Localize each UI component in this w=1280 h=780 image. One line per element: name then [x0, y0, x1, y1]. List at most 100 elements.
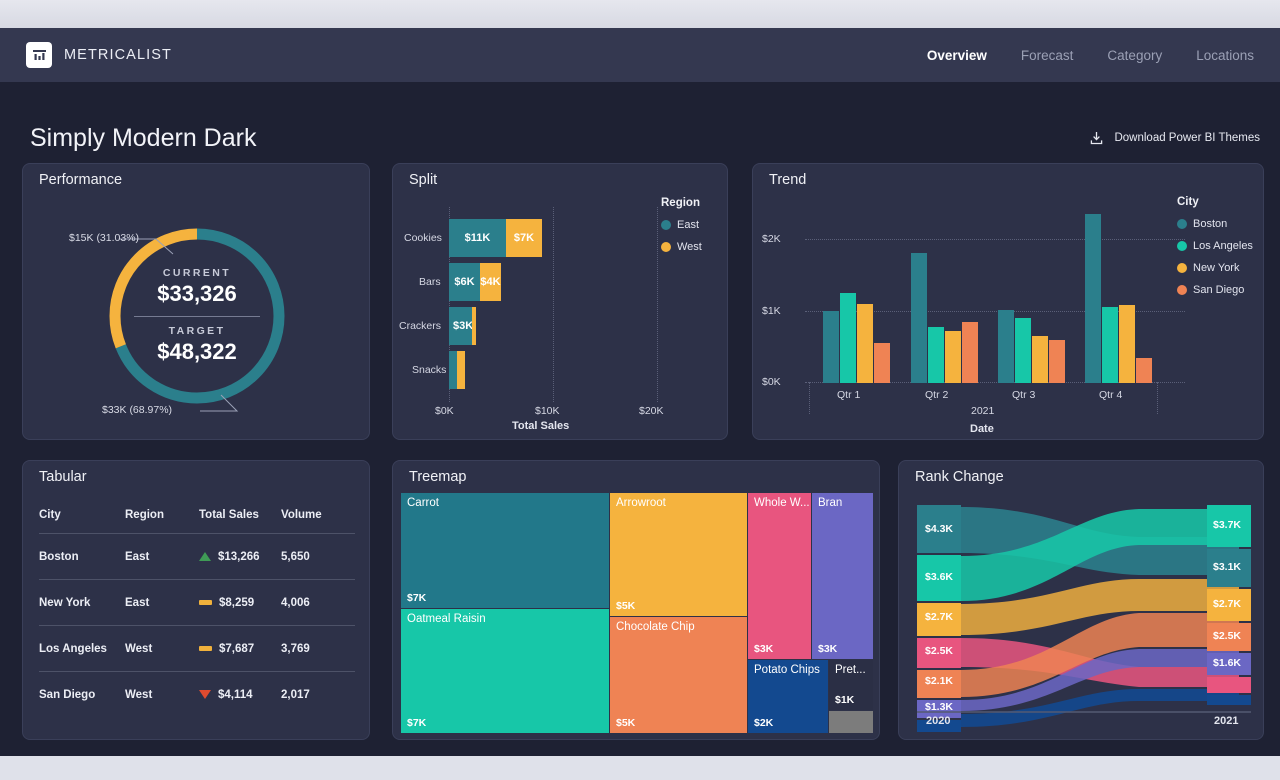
trend-cluster-qtr2 [911, 210, 983, 383]
legend-dot-los-angeles [1177, 241, 1187, 251]
trend-bar-qtr3-los-angeles[interactable] [1015, 318, 1031, 383]
nav-link-overview[interactable]: Overview [927, 48, 987, 63]
rank-left-value-1: $4.3K [925, 523, 954, 535]
trend-bar-qtr1-san-diego[interactable] [874, 343, 890, 383]
treemap-value: $3K [818, 643, 838, 655]
legend-dot-east [661, 220, 671, 230]
table-row[interactable]: Boston East $13,266 5,650 [39, 534, 355, 579]
trend-bar-qtr4-los-angeles[interactable] [1102, 307, 1118, 383]
trend-legend-item-san-diego[interactable]: San Diego [1177, 284, 1253, 296]
treemap-tile-potato-chips[interactable]: Potato Chips $2K [748, 660, 828, 733]
trend-bar-qtr2-san-diego[interactable] [962, 322, 978, 383]
cell-region: West [125, 642, 153, 655]
rank-node-right-7 [1207, 695, 1251, 705]
treemap-tile-bran[interactable]: Bran $3K [812, 493, 873, 659]
trend-legend-item-new-york[interactable]: New York [1177, 262, 1253, 274]
tick-sep-2 [1157, 382, 1158, 414]
rank-left-value-4: $2.5K [925, 645, 954, 657]
trend-legend-item-los-angeles[interactable]: Los Angeles [1177, 240, 1253, 252]
split-bar-snacks-east[interactable] [449, 351, 457, 389]
card-trend: Trend $2K $1K $0K Qtr 1 Qtr 2 Qtr 3 Qtr … [752, 163, 1264, 440]
nav-link-locations[interactable]: Locations [1196, 48, 1254, 63]
split-bar-bars-west[interactable]: $4K [480, 263, 501, 301]
split-bar-snacks-west[interactable] [457, 351, 465, 389]
trend-bar-qtr3-san-diego[interactable] [1049, 340, 1065, 383]
split-bar-cookies-east[interactable]: $11K [449, 219, 506, 257]
card-title-tabular: Tabular [39, 469, 87, 485]
card-tabular: Tabular City Region Total Sales Volume B… [22, 460, 370, 740]
card-split: Split Cookies $11K $7K Bars $6K $4K Crac… [392, 163, 728, 440]
treemap-tile-chocolate-chip[interactable]: Chocolate Chip $5K [610, 617, 747, 733]
cell-city: New York [39, 596, 91, 609]
cell-volume: 5,650 [281, 550, 310, 563]
cell-total-sales: $4,114 [218, 688, 253, 701]
trend-xtick-qtr2: Qtr 2 [925, 389, 949, 401]
trend-bar-qtr1-los-angeles[interactable] [840, 293, 856, 383]
column-header-volume[interactable]: Volume [281, 509, 351, 521]
nav-link-forecast[interactable]: Forecast [1021, 48, 1074, 63]
trend-bar-qtr4-new-york[interactable] [1119, 305, 1135, 383]
treemap-value: $3K [754, 643, 774, 655]
browser-chrome-bottom [0, 756, 1280, 780]
trend-legend-title: City [1177, 196, 1199, 208]
trend-bar-qtr4-san-diego[interactable] [1136, 358, 1152, 383]
split-bar-crackers-east[interactable]: $3K [449, 307, 472, 345]
cell-region: West [125, 688, 153, 701]
trend-bar-qtr2-los-angeles[interactable] [928, 327, 944, 383]
trend-ytick-0k: $0K [762, 376, 781, 388]
table-row[interactable]: San Diego West $4,114 2,017 [39, 672, 355, 717]
trend-legend-item-boston[interactable]: Boston [1177, 218, 1253, 230]
nav-link-category[interactable]: Category [1107, 48, 1162, 63]
rank-left-value-6: $1.3K [925, 701, 954, 713]
column-header-city[interactable]: City [39, 509, 125, 521]
treemap-label: Bran [818, 497, 843, 509]
download-themes-link[interactable]: Download Power BI Themes [1088, 130, 1260, 147]
trend-bar-qtr3-new-york[interactable] [1032, 336, 1048, 383]
treemap-tile-pretzel[interactable]: Pret... $1K [829, 660, 873, 710]
trend-up-icon [199, 552, 211, 561]
treemap-value: $5K [616, 717, 636, 729]
split-cat-snacks: Snacks [412, 364, 447, 376]
trend-bar-qtr3-boston[interactable] [998, 310, 1014, 383]
nav-links: Overview Forecast Category Locations [927, 48, 1254, 63]
rank-change-chart: $4.3K $3.6K $2.7K $2.5K $2.1K $1.3K $3.7… [899, 461, 1265, 741]
card-title-treemap: Treemap [409, 469, 467, 485]
bar-chart-icon [26, 42, 52, 68]
trend-bar-qtr4-boston[interactable] [1085, 214, 1101, 383]
split-legend-item-east[interactable]: East [661, 219, 702, 231]
treemap-tile-carrot[interactable]: Carrot $7K [401, 493, 609, 608]
trend-bar-qtr1-boston[interactable] [823, 311, 839, 383]
treemap-tile-whole-wheat[interactable]: Whole W... $3K [748, 493, 811, 659]
top-navbar: METRICALIST Overview Forecast Category L… [0, 28, 1280, 82]
column-header-total-sales[interactable]: Total Sales [199, 509, 281, 521]
trend-bar-qtr2-new-york[interactable] [945, 331, 961, 383]
card-performance: Performance $15K (31.03%) $33K (68.97%) … [22, 163, 370, 440]
target-label: TARGET [168, 325, 226, 337]
treemap-tile-other[interactable] [829, 711, 873, 733]
split-legend-item-west[interactable]: West [661, 241, 702, 253]
split-bar-cookies-west[interactable]: $7K [506, 219, 542, 257]
trend-bar-qtr1-new-york[interactable] [857, 304, 873, 383]
donut-label-current: $33K (68.97%) [102, 404, 173, 416]
browser-chrome-top [0, 0, 1280, 28]
table-row[interactable]: New York East $8,259 4,006 [39, 580, 355, 625]
cell-total-sales: $8,259 [219, 596, 255, 609]
trend-flat-icon [199, 646, 212, 651]
split-bar-bars-east[interactable]: $6K [449, 263, 480, 301]
target-value: $48,322 [157, 339, 237, 364]
split-chart: Cookies $11K $7K Bars $6K $4K Crackers $… [393, 164, 729, 441]
treemap-tile-arrowroot[interactable]: Arrowroot $5K [610, 493, 747, 616]
treemap-tile-oatmeal-raisin[interactable]: Oatmeal Raisin $7K [401, 609, 609, 733]
split-cat-bars: Bars [419, 276, 441, 288]
split-bar-crackers-west[interactable] [472, 307, 476, 345]
column-header-region[interactable]: Region [125, 509, 199, 521]
trend-xtick-qtr4: Qtr 4 [1099, 389, 1123, 401]
table-row[interactable]: Los Angeles West $7,687 3,769 [39, 626, 355, 671]
cell-volume: 3,769 [281, 642, 310, 655]
rank-left-value-5: $2.1K [925, 675, 954, 687]
legend-dot-new-york [1177, 263, 1187, 273]
card-treemap: Treemap Carrot $7K Oatmeal Raisin $7K Ar… [392, 460, 880, 740]
brand[interactable]: METRICALIST [26, 42, 172, 68]
trend-bar-qtr2-boston[interactable] [911, 253, 927, 383]
treemap-label: Oatmeal Raisin [407, 613, 486, 625]
